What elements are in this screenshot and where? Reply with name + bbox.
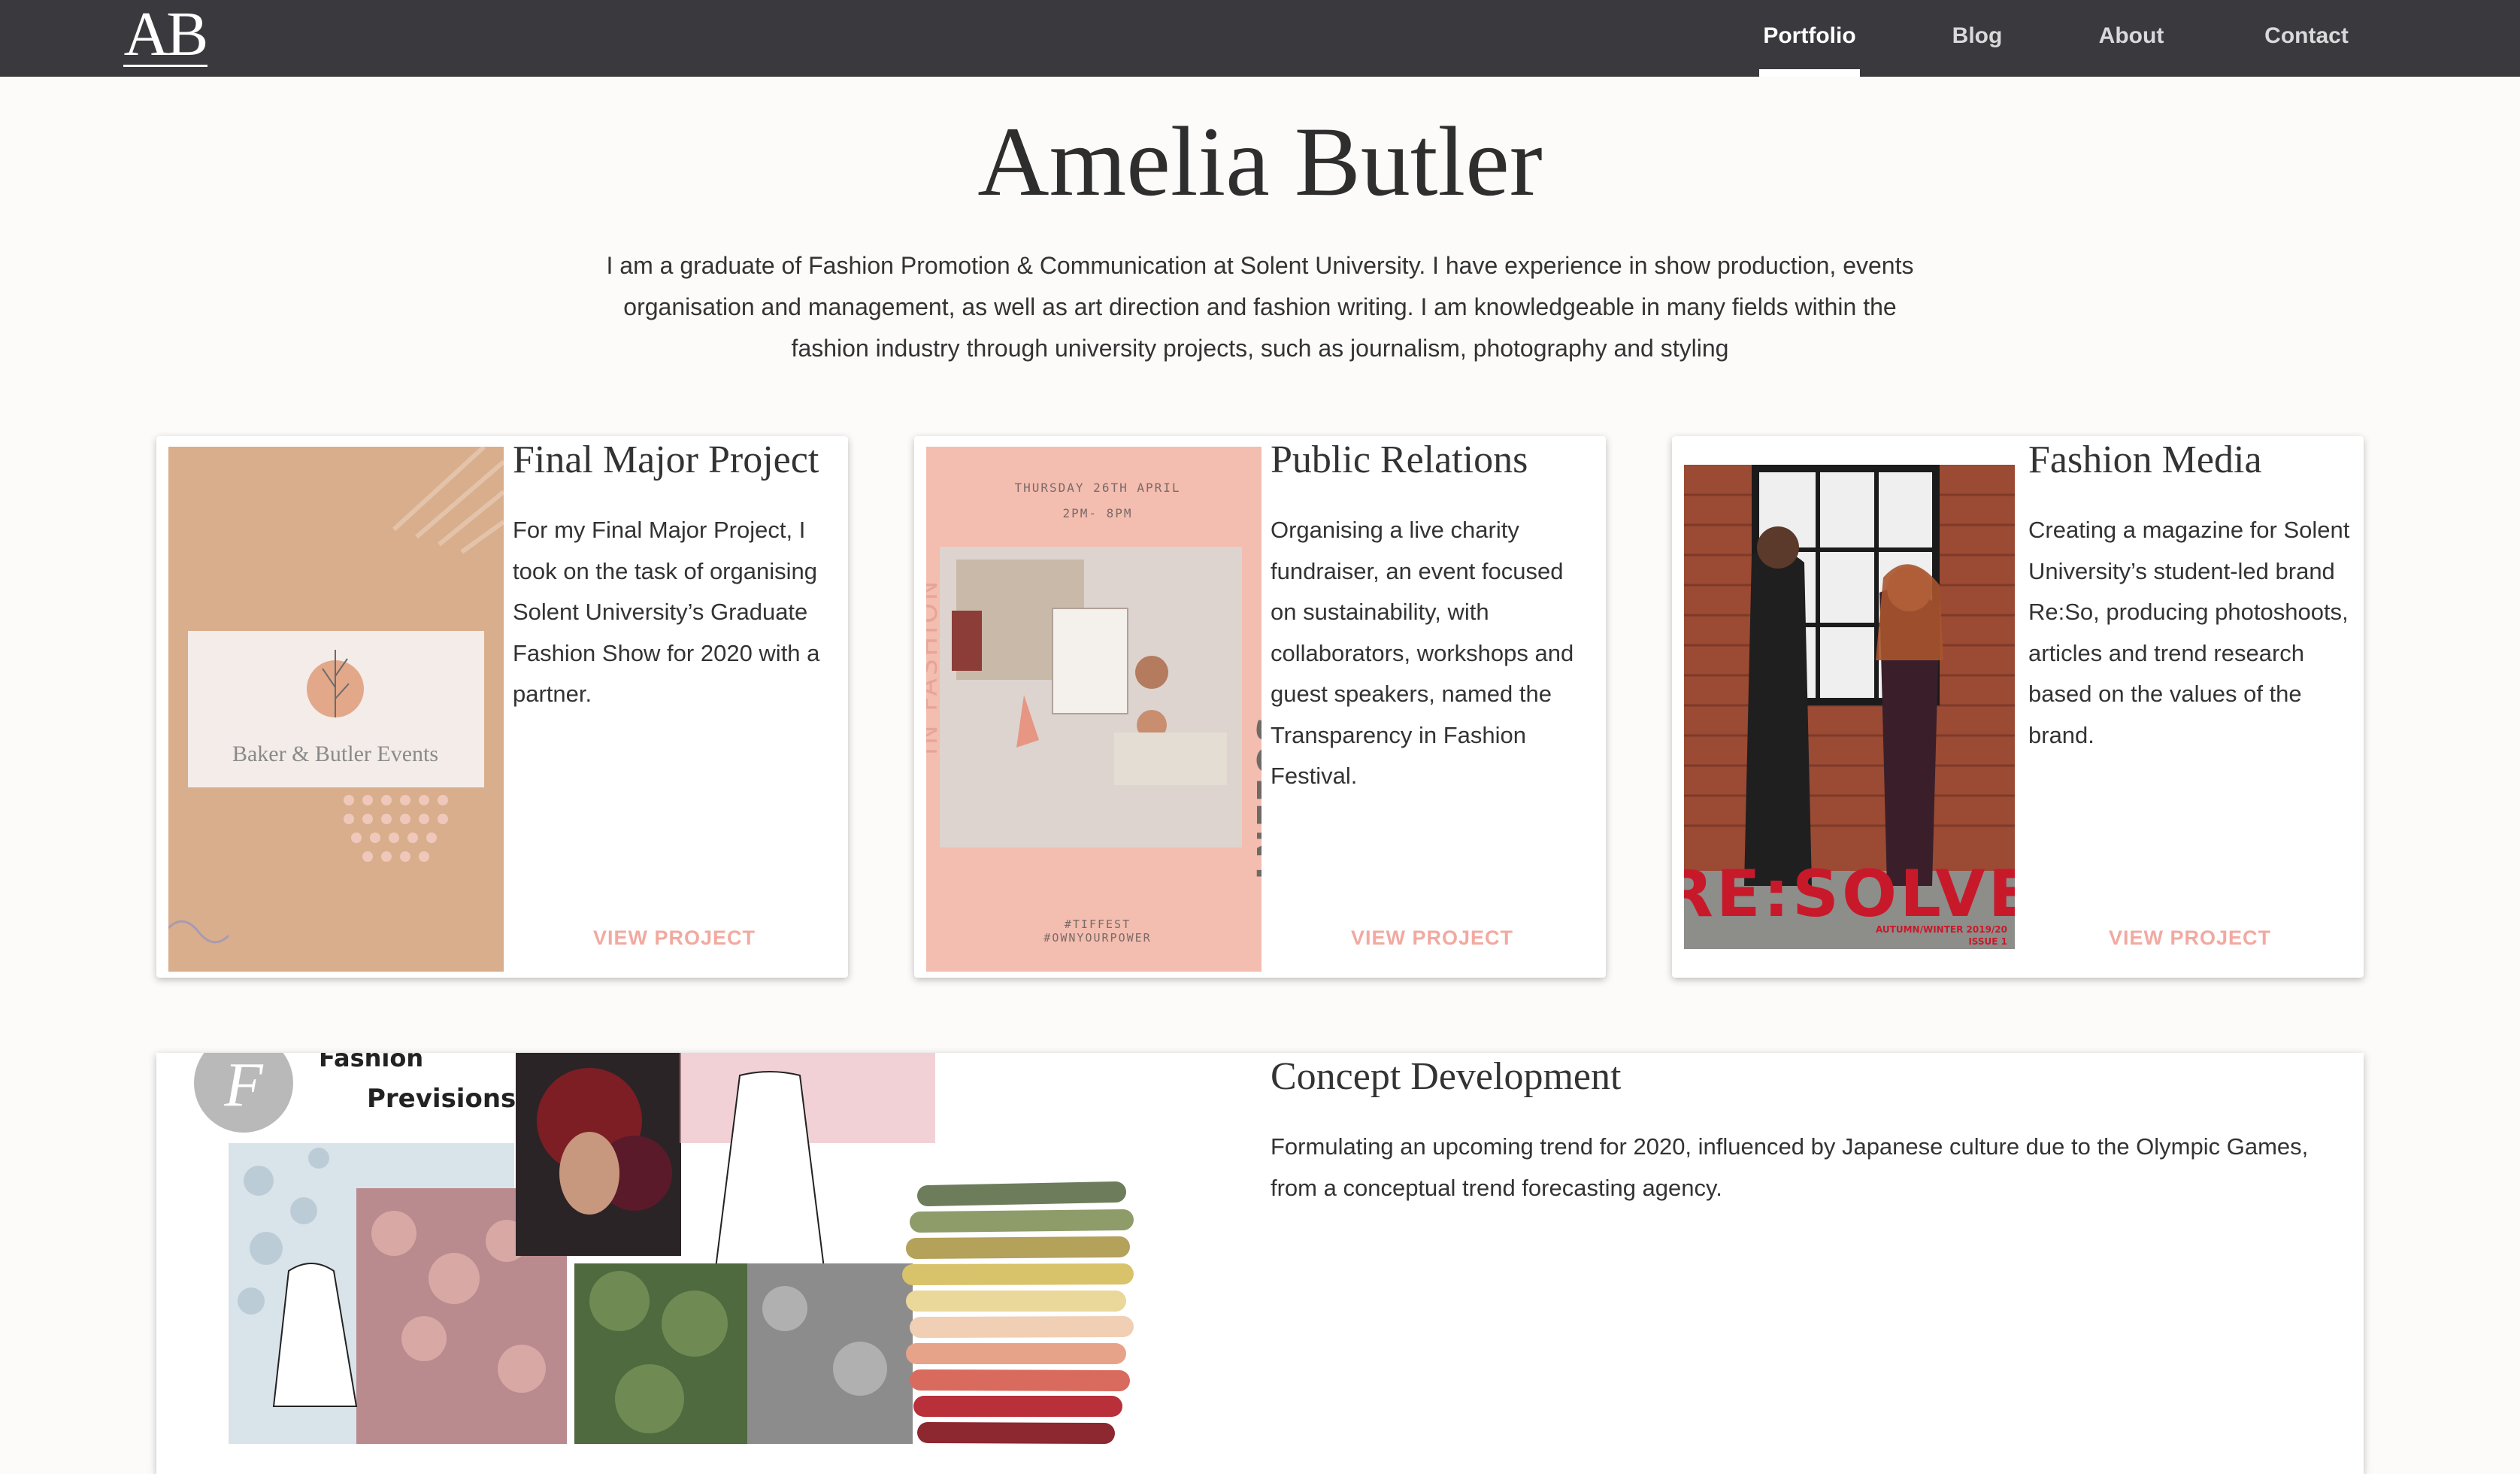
- project-title[interactable]: Public Relations: [1271, 436, 1594, 484]
- svg-text:Fashion: Fashion: [319, 1053, 423, 1072]
- project-description: Organising a live charity fundraiser, an…: [1271, 517, 1574, 789]
- page-title: Amelia Butler: [977, 106, 1543, 217]
- nav-blog[interactable]: Blog: [1940, 21, 2015, 51]
- svg-text:RE:SOLVE: RE:SOLVE: [1684, 857, 2015, 932]
- feature-title[interactable]: Concept Development: [1271, 1053, 1621, 1101]
- nav-portfolio[interactable]: Portfolio: [1753, 21, 1866, 51]
- project-card-concept-development[interactable]: F Fashion Previsions Concept Development…: [156, 1053, 2364, 1474]
- project-card-public-relations[interactable]: THURSDAY 26TH APRIL 2PM- 8PM IN FASHION …: [914, 436, 1606, 978]
- intro-text: I am a graduate of Fashion Promotion & C…: [606, 252, 1914, 362]
- baker-butler-logo-text: Baker & Butler Events: [232, 742, 438, 766]
- project-card-final-major[interactable]: Baker & Butler Events Final Major Projec…: [156, 436, 848, 978]
- svg-text:#OWNYOURPOWER: #OWNYOURPOWER: [1043, 931, 1151, 945]
- svg-text:2PM- 8PM: 2PM- 8PM: [1062, 506, 1132, 520]
- project-image-concept-development[interactable]: F Fashion Previsions: [168, 1053, 1146, 1444]
- project-title[interactable]: Final Major Project: [513, 436, 836, 484]
- logo-underline: [123, 65, 207, 67]
- project-image-public-relations[interactable]: THURSDAY 26TH APRIL 2PM- 8PM IN FASHION …: [926, 447, 1262, 972]
- nav-active-indicator: [1759, 69, 1860, 77]
- project-title[interactable]: Fashion Media: [2028, 436, 2352, 484]
- project-card-fashion-media[interactable]: RE:SOLVE AUTUMN/WINTER 2019/20 ISSUE 1 F…: [1672, 436, 2364, 978]
- svg-text:Previsions: Previsions: [367, 1084, 516, 1114]
- svg-text:SOLENT: SOLENT: [1249, 717, 1262, 888]
- project-description: For my Final Major Project, I took on th…: [513, 517, 820, 707]
- view-project-button[interactable]: VIEW PROJECT: [2028, 927, 2352, 950]
- project-description: Creating a magazine for Solent Universit…: [2028, 517, 2350, 748]
- site-header: AB Portfolio Blog About Contact: [0, 0, 2520, 77]
- view-project-button[interactable]: VIEW PROJECT: [513, 927, 836, 950]
- svg-text:ISSUE 1: ISSUE 1: [1968, 936, 2007, 947]
- svg-text:AUTUMN/WINTER 2019/20: AUTUMN/WINTER 2019/20: [1876, 924, 2007, 935]
- feature-description: Formulating an upcoming trend for 2020, …: [1271, 1133, 2309, 1201]
- svg-text:F: F: [223, 1053, 264, 1120]
- site-logo[interactable]: AB: [120, 0, 209, 69]
- svg-text:#TIFFEST: #TIFFEST: [1065, 917, 1131, 931]
- svg-text:THURSDAY 26TH APRIL: THURSDAY 26TH APRIL: [1014, 481, 1180, 495]
- project-image-final-major[interactable]: Baker & Butler Events: [168, 447, 504, 972]
- project-image-fashion-media[interactable]: RE:SOLVE AUTUMN/WINTER 2019/20 ISSUE 1: [1684, 465, 2015, 949]
- nav-about[interactable]: About: [2090, 21, 2173, 51]
- view-project-button[interactable]: VIEW PROJECT: [1271, 927, 1594, 950]
- nav-contact[interactable]: Contact: [2254, 21, 2359, 51]
